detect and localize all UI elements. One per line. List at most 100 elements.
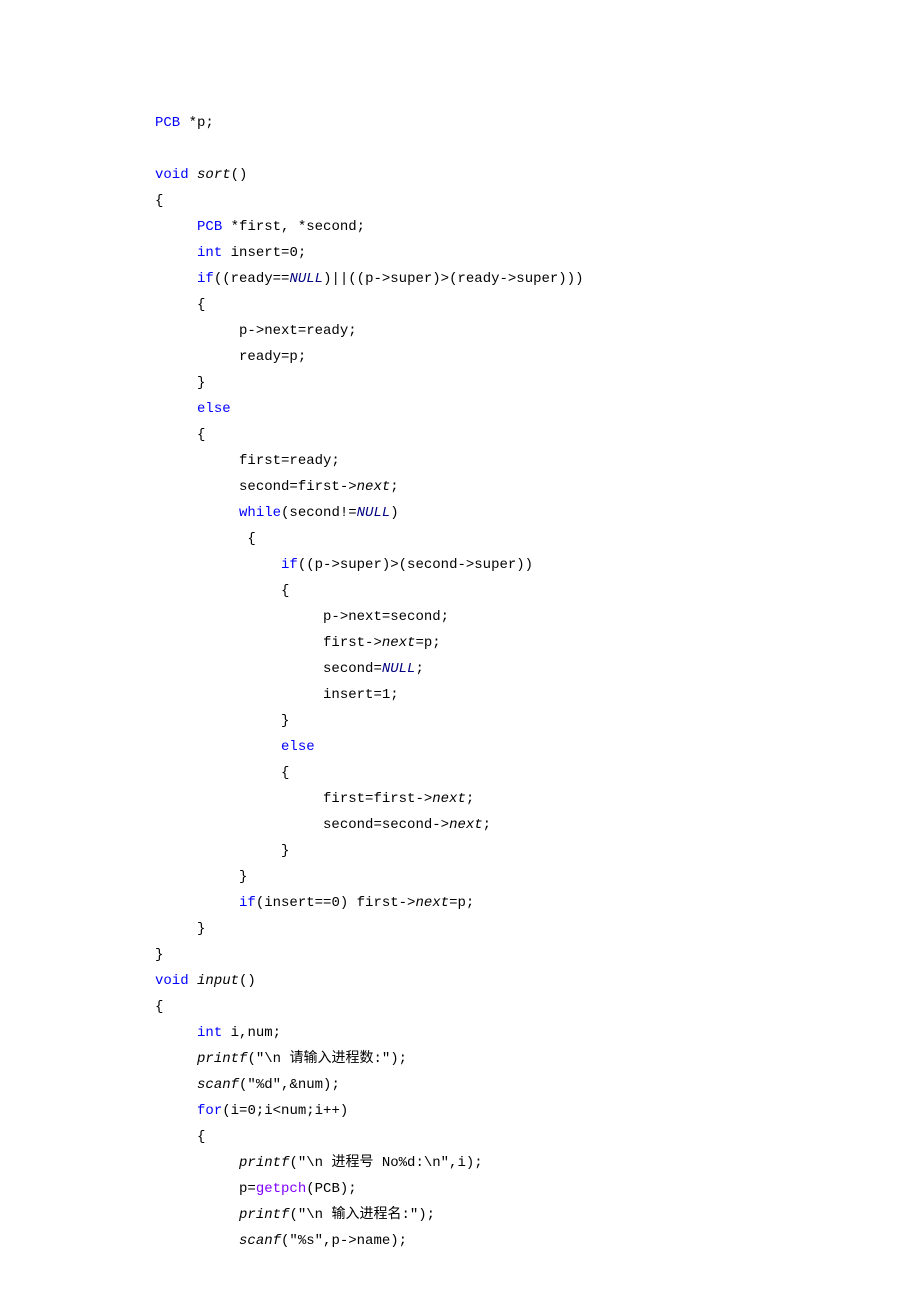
code-token: *p;: [180, 115, 214, 131]
code-token: printf: [239, 1155, 289, 1171]
code-line: insert=1;: [155, 687, 399, 703]
code-token: else: [281, 739, 315, 755]
code-token: p=: [239, 1181, 256, 1197]
code-token: if: [197, 271, 214, 287]
code-token: ("\n 请输入进程数:");: [247, 1051, 407, 1067]
code-line: {: [155, 297, 205, 313]
code-token: [189, 973, 197, 989]
code-token: (PCB);: [306, 1181, 356, 1197]
code-line: printf("\n 输入进程名:");: [155, 1207, 435, 1223]
code-token: ;: [466, 791, 474, 807]
code-token: next: [432, 791, 466, 807]
code-line: if((p->super)>(second->super)): [155, 557, 533, 573]
code-token: *first, *second;: [222, 219, 365, 235]
code-line: if(insert==0) first->next=p;: [155, 895, 474, 911]
code-token: PCB: [155, 115, 180, 131]
code-token: {: [281, 765, 289, 781]
code-block: PCB *p; void sort() { PCB *first, *secon…: [155, 110, 920, 1254]
code-token: (i=0;i<num;i++): [222, 1103, 348, 1119]
code-token: }: [281, 713, 289, 729]
code-line: p->next=ready;: [155, 323, 357, 339]
code-token: }: [281, 843, 289, 859]
code-token: NULL: [357, 505, 391, 521]
code-token: [189, 167, 197, 183]
code-token: scanf: [197, 1077, 239, 1093]
code-line: }: [155, 869, 247, 885]
code-token: }: [197, 375, 205, 391]
code-line: }: [155, 375, 205, 391]
code-line: second=second->next;: [155, 817, 491, 833]
code-line: PCB *first, *second;: [155, 219, 365, 235]
code-token: first=first->: [323, 791, 432, 807]
code-token: (): [239, 973, 256, 989]
code-line: {: [155, 765, 289, 781]
code-token: first=ready;: [239, 453, 340, 469]
code-line: first->next=p;: [155, 635, 441, 651]
code-line: scanf("%s",p->name);: [155, 1233, 407, 1249]
code-line: void sort(): [155, 167, 247, 183]
code-token: ready=p;: [239, 349, 306, 365]
code-token: input: [197, 973, 239, 989]
code-line: second=NULL;: [155, 661, 424, 677]
code-token: }: [155, 947, 163, 963]
code-token: {: [197, 427, 205, 443]
code-token: while: [239, 505, 281, 521]
code-token: {: [197, 297, 205, 313]
code-line: {: [155, 531, 256, 547]
code-token: NULL: [289, 271, 323, 287]
code-token: =p;: [449, 895, 474, 911]
code-line: printf("\n 进程号 No%d:\n",i);: [155, 1155, 483, 1171]
code-line: first=ready;: [155, 453, 340, 469]
code-token: scanf: [239, 1233, 281, 1249]
code-token: void: [155, 167, 189, 183]
code-token: (second!=: [281, 505, 357, 521]
code-line: second=first->next;: [155, 479, 399, 495]
code-line: {: [155, 999, 163, 1015]
code-token: ((p->super)>(second->super)): [298, 557, 533, 573]
code-token: if: [239, 895, 256, 911]
code-line: }: [155, 843, 289, 859]
code-token: next: [415, 895, 449, 911]
code-line: else: [155, 739, 315, 755]
code-token: for: [197, 1103, 222, 1119]
code-line: {: [155, 193, 163, 209]
code-line: int insert=0;: [155, 245, 306, 261]
code-token: {: [197, 1129, 205, 1145]
code-line: else: [155, 401, 231, 417]
code-line: ready=p;: [155, 349, 306, 365]
code-token: {: [239, 531, 256, 547]
code-token: next: [382, 635, 416, 651]
code-token: {: [281, 583, 289, 599]
code-token: ("%s",p->name);: [281, 1233, 407, 1249]
code-line: p->next=second;: [155, 609, 449, 625]
code-line: for(i=0;i<num;i++): [155, 1103, 348, 1119]
code-token: insert=1;: [323, 687, 399, 703]
code-token: =p;: [415, 635, 440, 651]
code-token: int: [197, 1025, 222, 1041]
code-token: )||((p->super)>(ready->super))): [323, 271, 583, 287]
code-token: {: [155, 193, 163, 209]
code-line: }: [155, 947, 163, 963]
code-token: second=second->: [323, 817, 449, 833]
code-token: sort: [197, 167, 231, 183]
code-token: ((ready==: [214, 271, 290, 287]
code-token: ): [390, 505, 398, 521]
code-line: {: [155, 1129, 205, 1145]
code-line: p=getpch(PCB);: [155, 1181, 357, 1197]
code-line: {: [155, 583, 289, 599]
code-line: PCB *p;: [155, 115, 214, 131]
code-token: second=first->: [239, 479, 357, 495]
code-line: if((ready==NULL)||((p->super)>(ready->su…: [155, 271, 584, 287]
code-line: while(second!=NULL): [155, 505, 399, 521]
code-token: void: [155, 973, 189, 989]
code-token: (): [231, 167, 248, 183]
code-line: {: [155, 427, 205, 443]
code-token: getpch: [256, 1181, 306, 1197]
code-line: }: [155, 713, 289, 729]
code-token: if: [281, 557, 298, 573]
code-token: {: [155, 999, 163, 1015]
code-line: int i,num;: [155, 1025, 281, 1041]
code-token: p->next=ready;: [239, 323, 357, 339]
code-token: printf: [197, 1051, 247, 1067]
code-token: PCB: [197, 219, 222, 235]
